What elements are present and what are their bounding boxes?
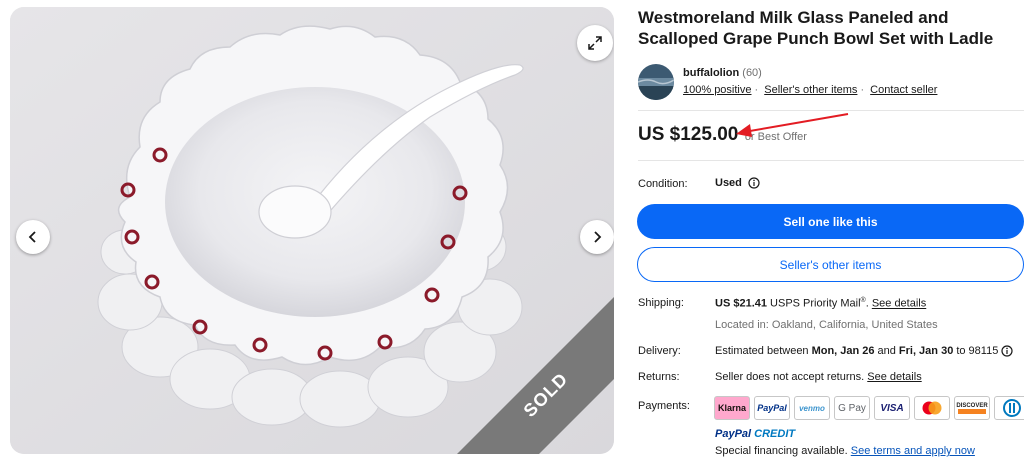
- sell-one-like-this-button[interactable]: Sell one like this: [637, 204, 1024, 239]
- returns-label: Returns:: [638, 371, 680, 383]
- delivery-value: Estimated between Mon, Jan 26 and Fri, J…: [715, 345, 1013, 357]
- seller-feedback-count: (60): [742, 67, 762, 79]
- contact-seller-link[interactable]: Contact seller: [870, 84, 937, 96]
- mastercard-icon: [914, 396, 950, 420]
- condition-value: Used: [715, 177, 760, 189]
- shipping-details-link[interactable]: See details: [872, 298, 926, 310]
- discover-icon: DISCOVER: [954, 396, 990, 420]
- info-icon[interactable]: [1001, 345, 1013, 357]
- best-offer-text: or Best Offer: [744, 131, 807, 143]
- expand-image-button[interactable]: [577, 25, 613, 61]
- seller-other-items-link[interactable]: Seller's other items: [764, 84, 857, 96]
- image-gallery[interactable]: SOLD: [10, 7, 614, 454]
- next-image-button[interactable]: [580, 220, 614, 254]
- seller-name[interactable]: buffalolion (60): [683, 67, 762, 79]
- klarna-icon: Klarna: [714, 396, 750, 420]
- feedback-link[interactable]: 100% positive: [683, 84, 752, 96]
- seller-other-items-button[interactable]: Seller's other items: [637, 247, 1024, 282]
- price-row: US $125.00 or Best Offer: [638, 124, 807, 146]
- condition-label: Condition:: [638, 178, 688, 190]
- paypal-credit-logo: PayPal CREDIT: [715, 428, 796, 440]
- item-location: Located in: Oakland, California, United …: [715, 319, 938, 331]
- shipping-label: Shipping:: [638, 297, 684, 309]
- divider: [638, 160, 1024, 161]
- expand-icon: [588, 36, 602, 50]
- returns-details-link[interactable]: See details: [867, 371, 921, 383]
- payments-label: Payments:: [638, 400, 690, 412]
- financing-terms-link[interactable]: See terms and apply now: [851, 445, 975, 457]
- listing-title: Westmoreland Milk Glass Paneled and Scal…: [638, 8, 994, 48]
- price: US $125.00: [638, 124, 739, 145]
- seller-avatar[interactable]: [638, 64, 674, 100]
- financing-row: Special financing available. See terms a…: [715, 445, 975, 457]
- returns-value: Seller does not accept returns. See deta…: [715, 371, 922, 383]
- shipping-value: US $21.41 USPS Priority Mail®. See detai…: [715, 297, 927, 310]
- divider: [638, 110, 1024, 111]
- info-icon[interactable]: [748, 177, 760, 189]
- product-photo: [10, 7, 614, 454]
- chevron-left-icon: [28, 231, 36, 243]
- diners-club-icon: [994, 396, 1024, 420]
- chevron-right-icon: [594, 231, 602, 243]
- delivery-label: Delivery:: [638, 345, 681, 357]
- visa-icon: VISA: [874, 396, 910, 420]
- payment-methods: Klarna PayPal venmo G Pay VISA DISCOVER: [714, 396, 1024, 420]
- previous-image-button[interactable]: [16, 220, 50, 254]
- seller-card: buffalolion (60) 100% positive · Seller's…: [638, 64, 1024, 110]
- paypal-icon: PayPal: [754, 396, 790, 420]
- google-pay-icon: G Pay: [834, 396, 870, 420]
- seller-links: 100% positive · Seller's other items · Con…: [683, 84, 938, 96]
- venmo-icon: venmo: [794, 396, 830, 420]
